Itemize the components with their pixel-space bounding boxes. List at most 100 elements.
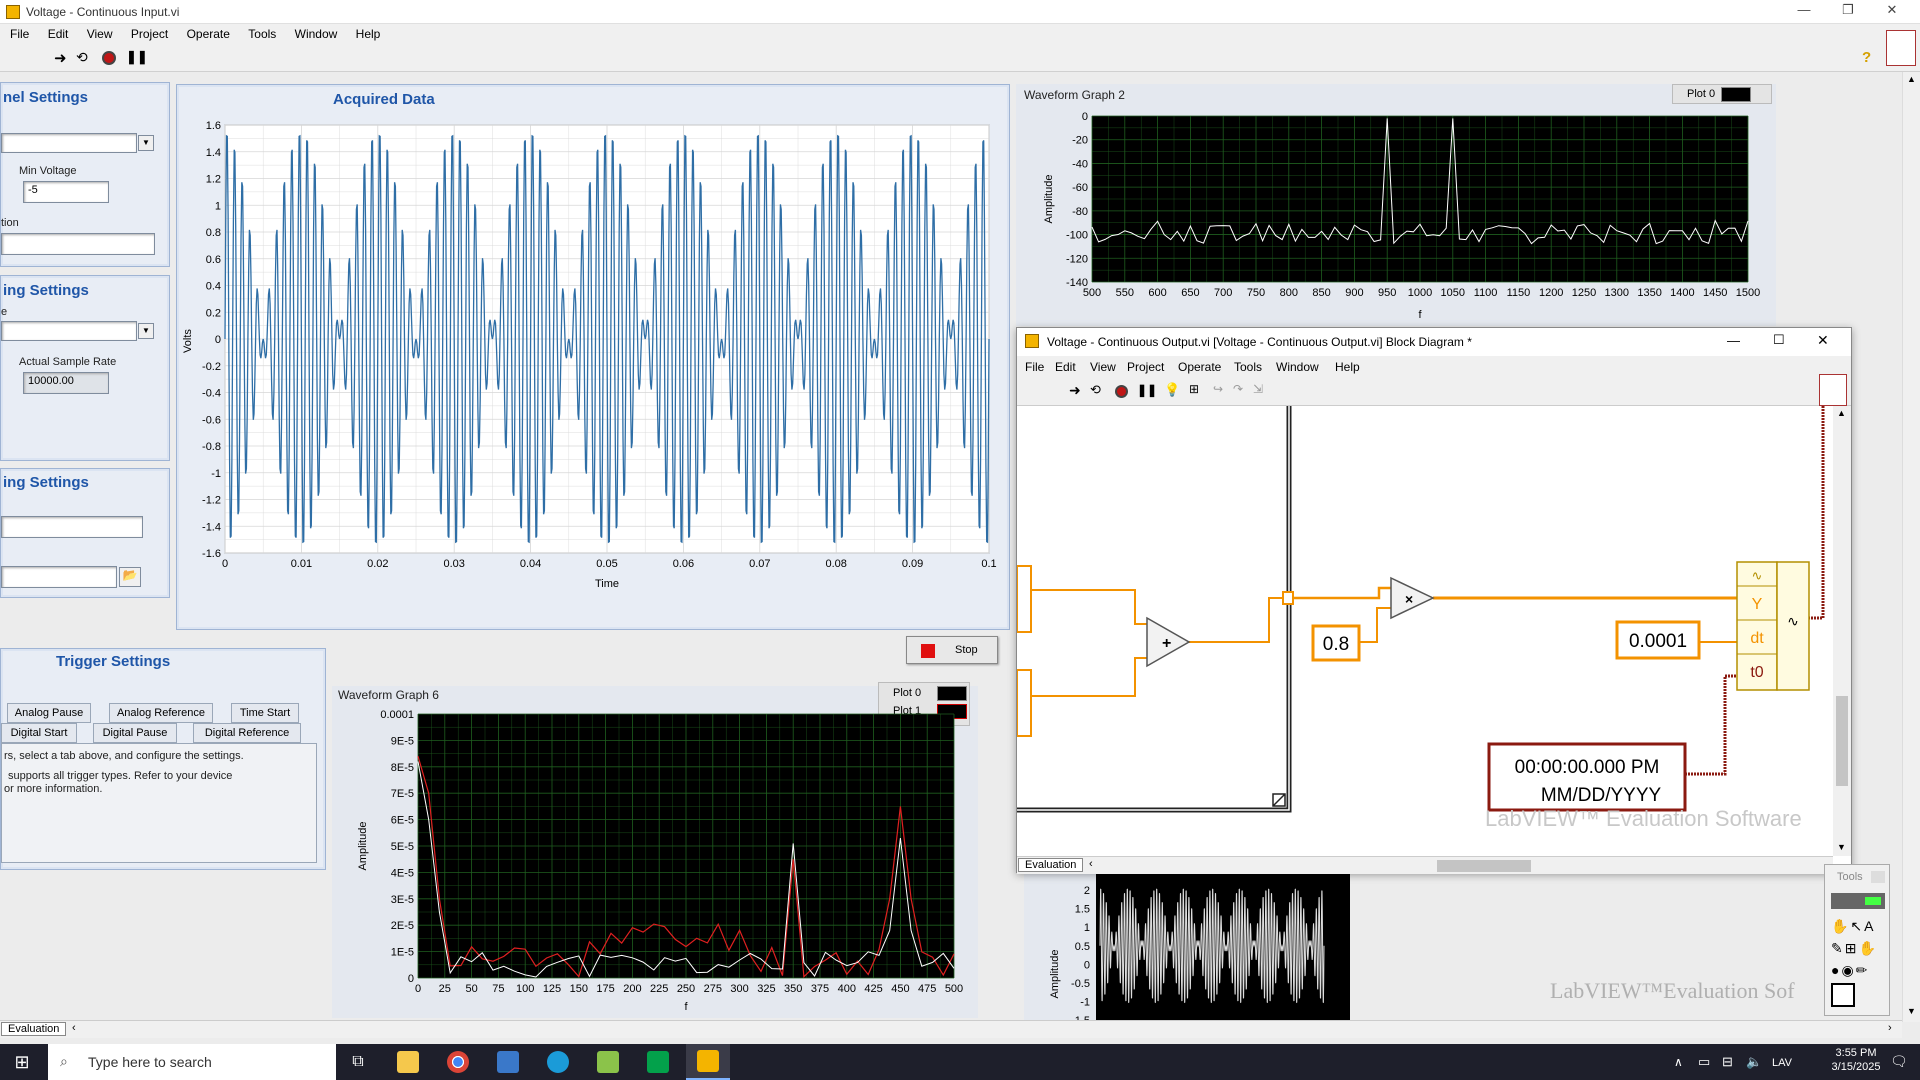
scroll-up-icon[interactable]: ▲ [1837,408,1846,418]
abort-icon[interactable] [102,51,116,65]
run-continuously-icon[interactable]: ⟲ [1090,382,1101,398]
close-icon[interactable] [1871,871,1885,883]
sync-app-icon[interactable] [536,1044,580,1080]
clock-date: 3/15/2025 [1831,1061,1881,1073]
volume-icon[interactable]: 🔈 [1746,1054,1762,1070]
physical-channel-field[interactable] [1,133,137,153]
tray-chevron-icon[interactable]: ∧ [1674,1055,1683,1069]
retain-wire-values-icon[interactable]: ⊞ [1189,382,1199,396]
tool-icons-grid[interactable]: ✋↖A ✎⊞✋ ●◉✏ [1831,915,1887,981]
bd-menu-project[interactable]: Project [1127,360,1164,374]
close-icon[interactable]: ✕ [1872,2,1912,18]
chart-app-icon[interactable] [586,1044,630,1080]
folder-browse-icon[interactable]: 📂 [119,567,141,587]
close-icon[interactable]: ✕ [1817,332,1829,349]
logging-mode-field[interactable] [1,516,143,538]
taskbar-clock[interactable]: 3:55 PM 3/15/2025 [1826,1047,1886,1073]
menu-view[interactable]: View [87,27,113,41]
windows-start-icon[interactable]: ⊞ [0,1044,44,1080]
minimize-icon[interactable]: — [1727,333,1740,348]
color-tool-icon[interactable] [1831,983,1855,1007]
evaluation-tab[interactable]: Evaluation [1,1022,67,1036]
bd-evaluation-tab[interactable]: Evaluation [1018,858,1084,872]
bd-menu-tools[interactable]: Tools [1234,360,1262,374]
step-out-icon[interactable]: ⇲ [1253,382,1263,396]
window-title: Voltage - Continuous Input.vi [26,5,180,19]
notifications-icon[interactable]: 🗨 [1890,1053,1908,1070]
network-icon[interactable]: ⊟ [1722,1054,1733,1070]
labview-taskbar-icon[interactable] [686,1044,730,1080]
ni-mas-icon[interactable] [636,1044,680,1080]
minimize-icon[interactable]: — [1784,2,1824,17]
sample-mode-field[interactable] [1,321,137,341]
menu-operate[interactable]: Operate [187,27,230,41]
scroll-down-icon[interactable]: ▼ [1837,842,1846,852]
bd-menu-operate[interactable]: Operate [1178,360,1221,374]
tab-digital-start[interactable]: Digital Start [1,723,77,743]
x-tick-label: 0.06 [673,558,694,570]
scroll-thumb[interactable] [1836,696,1848,786]
scroll-left-icon[interactable]: ‹ [72,1022,76,1034]
stop-button[interactable]: Stop [906,636,998,664]
scroll-down-icon[interactable]: ▼ [1907,1006,1916,1016]
bd-menu-file[interactable]: File [1025,360,1044,374]
menu-tools[interactable]: Tools [248,27,276,41]
help-icon[interactable]: ? [1862,49,1871,66]
scroll-left-icon[interactable]: ‹ [1089,858,1093,870]
bd-horizontal-scrollbar[interactable]: Evaluation ‹ [1017,856,1833,874]
highlight-execution-icon[interactable]: 💡 [1164,382,1180,398]
task-view-icon[interactable]: ⧉ [336,1044,380,1080]
menu-window[interactable]: Window [295,27,338,41]
tab-digital-pause[interactable]: Digital Pause [93,723,177,743]
y-ticks: 21.510.50-0.5-1-1.5 [1071,885,1090,1022]
step-over-icon[interactable]: ↷ [1233,382,1243,396]
chrome-icon[interactable] [436,1044,480,1080]
chevron-down-icon[interactable]: ▼ [138,135,154,151]
pause-icon[interactable]: ❚❚ [126,49,148,65]
bd-menu-edit[interactable]: Edit [1055,360,1076,374]
file-explorer-icon[interactable] [386,1044,430,1080]
run-continuously-icon[interactable]: ⟲ [76,49,88,66]
terminal-config-field[interactable] [1,233,155,255]
y-tick-label: 0.0001 [380,709,414,721]
bd-menu-window[interactable]: Window [1276,360,1319,374]
menu-help[interactable]: Help [356,27,381,41]
restore-icon[interactable]: ❐ [1828,2,1868,18]
run-arrow-icon[interactable]: ➜ [54,49,67,67]
min-voltage-input[interactable]: -5 [23,181,109,203]
tab-digital-reference[interactable]: Digital Reference [193,723,301,743]
bd-vertical-scrollbar[interactable]: ▲ ▼ [1833,406,1851,856]
scroll-thumb[interactable] [1437,860,1531,872]
menu-edit[interactable]: Edit [48,27,69,41]
app-window-icon[interactable] [486,1044,530,1080]
x-tick-label: 375 [811,983,829,995]
scroll-up-icon[interactable]: ▲ [1907,74,1916,84]
tdms-path-field[interactable] [1,566,117,588]
scroll-right-icon[interactable]: › [1888,1022,1892,1034]
step-into-icon[interactable]: ↪ [1213,382,1223,396]
chevron-down-icon[interactable]: ▼ [138,323,154,339]
tray-device-icon[interactable]: ▭ [1698,1054,1710,1070]
x-tick-label: 1000 [1408,287,1432,299]
tab-time-start[interactable]: Time Start [231,703,299,723]
run-arrow-icon[interactable]: ➜ [1069,382,1081,399]
maximize-icon[interactable]: ☐ [1773,332,1785,348]
pause-icon[interactable]: ❚❚ [1137,383,1157,397]
menu-file[interactable]: File [10,27,29,41]
clock-time: 3:55 PM [1835,1047,1877,1059]
tab-analog-reference[interactable]: Analog Reference [109,703,213,723]
input-language[interactable]: LAV [1772,1057,1792,1069]
evaluation-watermark: LabVIEW™Evaluation Sof [1550,978,1795,1003]
abort-icon[interactable] [1115,385,1128,398]
menu-project[interactable]: Project [131,27,168,41]
x-tick-label: 100 [516,983,534,995]
bd-menu-view[interactable]: View [1090,360,1116,374]
taskbar-search-box[interactable]: ⌕ Type here to search [48,1044,336,1080]
bundle-term-t0: t0 [1750,664,1763,681]
terminal-config-label: tion [1,217,19,229]
vertical-scrollbar[interactable]: ▲ ▼ [1902,72,1920,1022]
bd-menu-help[interactable]: Help [1335,360,1360,374]
tab-analog-pause[interactable]: Analog Pause [7,703,91,723]
bottom-scrollbar[interactable]: Evaluation ‹ › [0,1020,1902,1038]
block-diagram-canvas: + × 0.8 0.0001 00:00:00.000 PM MM/DD/YYY… [1017,406,1833,856]
